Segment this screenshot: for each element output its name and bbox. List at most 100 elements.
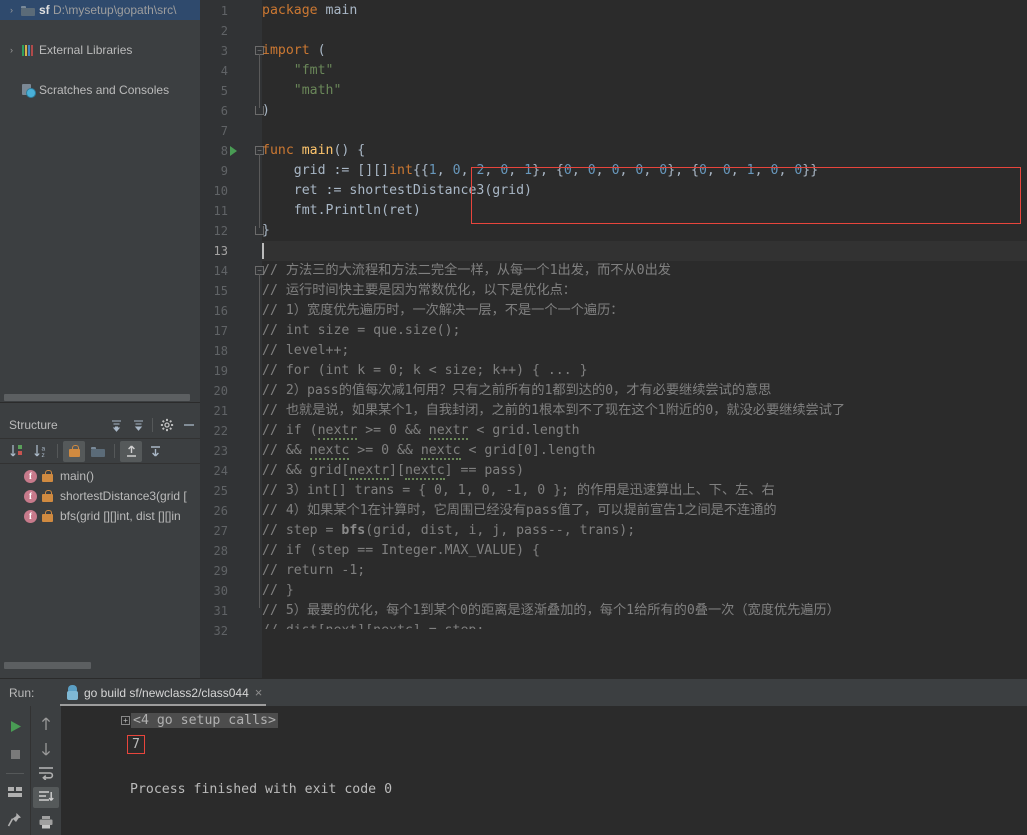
console-output[interactable]: + <4 go setup calls> 7 Process finished w… [61,706,1027,835]
code-token: 0 [659,163,668,178]
chevron-right-icon[interactable]: › [4,0,19,20]
layout-button[interactable] [2,780,28,804]
code-line: // } [262,581,294,601]
project-tree-item-2[interactable]: Scratches and Consoles [0,80,200,100]
code-token: main [301,143,334,158]
collapse-all-structure-button[interactable] [144,441,166,462]
project-tree-item-1[interactable]: › External Libraries [0,40,200,60]
structure-list-item[interactable]: f main() [0,466,200,486]
code-line: // level++; [262,341,349,361]
code-token: }, { [667,163,699,178]
project-tree-hscrollbar[interactable] [0,392,200,402]
code-token: , [643,163,660,178]
scroll-to-end-button[interactable] [33,787,59,808]
code-token: // } [262,583,294,598]
code-token: (grid) [484,183,532,198]
console-toolbar [30,706,61,835]
code-token: // dist[next][nextc] = step; [262,623,484,629]
code-token: 0 [587,163,596,178]
spellcheck-word: nextc [404,463,445,480]
group-by-file-button[interactable] [87,441,109,462]
project-tree-hscrollbar-thumb[interactable] [4,394,190,401]
code-token: 1 [428,163,437,178]
soft-wrap-button[interactable] [33,763,59,783]
line-number: 18 [213,344,228,358]
line-number: 10 [213,184,228,198]
settings-gear-icon[interactable] [156,414,178,436]
scroll-up-button[interactable] [33,714,59,734]
run-left-toolbar [0,706,30,835]
code-token: , [571,163,588,178]
expand-all-button[interactable] [105,414,127,436]
code-line: // dist[next][nextc] = step; [262,621,1027,629]
code-line: // int size = que.size(); [262,321,461,341]
code-token: , [706,163,723,178]
stop-button[interactable] [2,742,28,766]
scratches-icon [19,83,37,98]
code-token: func [262,143,294,158]
rerun-button[interactable] [2,714,28,738]
structure-hscrollbar[interactable] [0,660,200,670]
code-line: package main [262,1,357,21]
run-configuration-tab[interactable]: go build sf/newclass2/class044 × [60,679,267,706]
folder-icon [91,446,105,457]
hide-panel-button[interactable] [178,414,200,436]
code-line: // if (step == Integer.MAX_VALUE) { [262,541,540,561]
pin-tab-button[interactable] [2,808,28,832]
structure-list-item[interactable]: f shortestDistance3(grid [ [0,486,200,506]
setup-calls-text: <4 go setup calls> [131,713,278,728]
code-line: grid := [][]int{{1, 0, 2, 0, 1}, {0, 0, … [262,161,818,181]
code-token: // step = [262,523,342,538]
code-text-area[interactable]: package main import ( "fmt" "math") func m… [262,0,1027,678]
collapse-all-button[interactable] [127,414,149,436]
scroll-down-button[interactable] [33,738,59,758]
editor-gutter[interactable]: 1 2 3−4 5 6 7 8−9 10 11 12 13 14−15 16 17 18 19 20 21 22 23… [200,0,264,678]
code-token: // 也就是说，如果某个1，自我封闭，之前的1根本到不了现在这个1附近的0，就没… [262,403,846,418]
code-token: ( [309,43,326,58]
code-token: , [484,163,501,178]
code-token: 0 [563,163,572,178]
project-tool-window[interactable]: › sf D:\mysetup\gopath\src\ › External Libr… [0,0,200,402]
sort-by-visibility-button[interactable] [6,441,28,462]
code-token: grid [262,163,334,178]
expand-icon[interactable]: + [121,715,130,725]
code-line: fmt.Println(ret) [262,201,421,221]
line-number: 4 [220,64,228,78]
sort-alphabetically-button[interactable]: a z [30,441,52,462]
code-token: , [778,163,795,178]
line-number: 19 [213,364,228,378]
structure-member-list[interactable]: f main() f shortestDistance3(grid [f bfs(gri… [0,466,200,666]
toolbar-separator-2 [57,444,58,458]
code-editor[interactable]: 1 2 3−4 5 6 7 8−9 10 11 12 13 14−15 16 17 18 19 20 21 22 23… [200,0,1027,678]
code-token: (ret) [381,203,421,218]
code-token: // 1）宽度优先遍历时，一次解决一层，不是一个一个遍历： [262,303,624,318]
structure-list-item[interactable]: f bfs(grid [][]int, dist [][]in [0,506,200,526]
code-line: ret := shortestDistance3(grid) [262,181,532,201]
expand-all-structure-button[interactable] [120,440,142,462]
code-token: // if ( [262,423,318,438]
code-line: } [262,221,270,241]
fold-region-guide [259,54,260,108]
line-number: 22 [213,424,228,438]
print-button[interactable] [33,812,59,832]
project-tree-item-0[interactable]: › sf D:\mysetup\gopath\src\ [0,0,200,20]
code-token: (grid, dist, i, j, pass--, trans); [365,523,636,538]
show-non-public-button[interactable] [63,440,85,462]
code-line: // 3）int[] trans = { 0, 1, 0, -1, 0 }; 的… [262,481,775,501]
code-line: func main() { [262,141,365,161]
code-token: , [754,163,771,178]
chevron-right-icon[interactable]: › [4,40,19,60]
library-icon [19,44,37,56]
code-line: // 也就是说，如果某个1，自我封闭，之前的1根本到不了现在这个1附近的0，就没… [262,401,845,421]
console-setup-line[interactable]: + <4 go setup calls> [121,711,278,731]
close-icon[interactable]: × [255,686,263,699]
run-gutter-icon[interactable] [230,146,237,156]
structure-hscrollbar-thumb[interactable] [4,662,91,669]
line-number: 29 [213,564,228,578]
code-line: // 2）pass的值每次减1何用？只有之前所有的1都到达的0，才有必要继续尝试… [262,381,771,401]
line-number: 26 [213,504,228,518]
line-number: 12 [213,224,228,238]
line-number: 17 [213,324,228,338]
